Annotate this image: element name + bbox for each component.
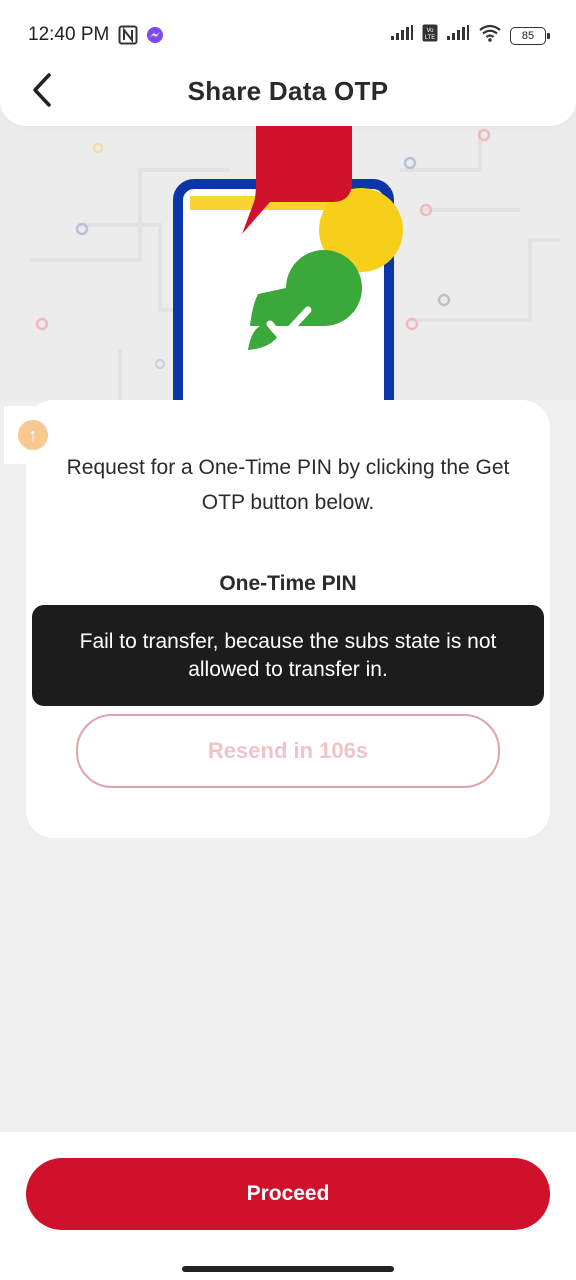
upload-icon: ↑	[18, 420, 48, 450]
svg-text:LTE: LTE	[425, 35, 436, 41]
bottom-bar: Proceed	[0, 1132, 576, 1280]
signal-icon	[390, 25, 414, 46]
toast-message: Fail to transfer, because the subs state…	[79, 629, 497, 681]
battery-indicator: 85	[510, 26, 550, 45]
messenger-icon	[146, 26, 164, 49]
status-left-icons	[118, 25, 164, 50]
volte-icon: Vo LTE	[422, 24, 438, 47]
proceed-button[interactable]: Proceed	[26, 1158, 550, 1230]
phone-check-illustration	[30, 126, 560, 400]
page-title: Share Data OTP	[187, 76, 389, 106]
hero-illustration	[0, 110, 576, 400]
error-toast: Fail to transfer, because the subs state…	[32, 605, 544, 706]
home-indicator[interactable]	[182, 1266, 394, 1272]
wifi-icon	[478, 24, 502, 47]
instruction-text: Request for a One-Time PIN by clicking t…	[66, 456, 510, 514]
status-bar: 12:40 PM Vo LTE 85	[0, 0, 576, 70]
signal-icon	[446, 25, 470, 46]
svg-text:Vo: Vo	[426, 28, 434, 34]
status-right-icons: Vo LTE 85	[390, 24, 550, 47]
status-time: 12:40 PM	[28, 24, 110, 45]
otp-label: One-Time PIN	[219, 572, 357, 595]
resend-button[interactable]: Resend in 106s	[76, 714, 500, 788]
nfc-icon	[118, 25, 138, 50]
floating-assist-button[interactable]: ↑	[4, 406, 62, 464]
